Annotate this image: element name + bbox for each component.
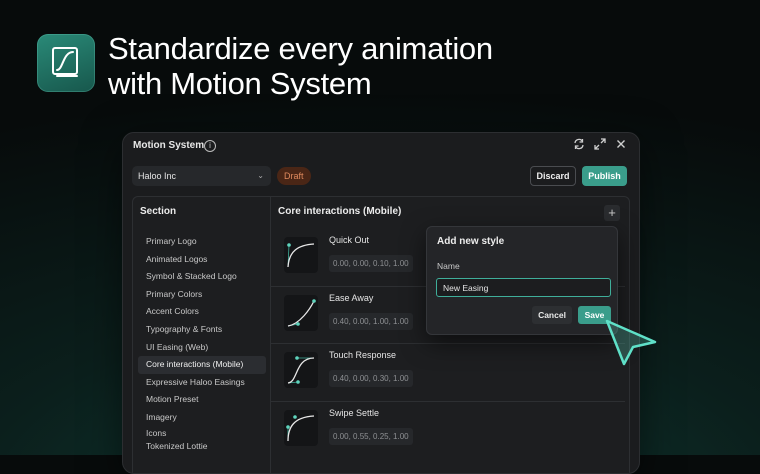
hero-headline-line1: Standardize every animation [108, 31, 493, 66]
sidebar-item-symbol-stacked-logo[interactable]: Symbol & Stacked Logo [138, 268, 266, 286]
sidebar-item-core-interactions-mobile[interactable]: Core interactions (Mobile) [138, 356, 266, 374]
cancel-button[interactable]: Cancel [532, 306, 572, 324]
easing-name: Quick Out [329, 235, 370, 245]
easing-card[interactable]: Touch Response 0.40, 0.00, 0.30, 1.00 [271, 344, 625, 402]
popover-title: Add new style [437, 236, 505, 247]
info-icon[interactable]: i [204, 140, 216, 152]
easing-name: Swipe Settle [329, 407, 380, 418]
easing-name: Ease Away [329, 292, 374, 303]
easing-curve-preview [284, 352, 318, 388]
publish-button[interactable]: Publish [582, 166, 627, 186]
sidebar-item-motion-preset[interactable]: Motion Preset [138, 391, 266, 409]
sidebar-item-icons[interactable]: Icons [138, 427, 266, 440]
chevron-down-icon: ⌄ [257, 171, 264, 180]
app-logo-icon [37, 34, 95, 92]
section-list: Primary Logo Animated Logos Symbol & Sta… [138, 233, 266, 453]
easing-values: 0.40, 0.00, 1.00, 1.00 [329, 312, 413, 330]
easing-curve-preview [284, 237, 318, 273]
add-style-button[interactable]: + [604, 205, 620, 221]
close-icon[interactable] [614, 137, 628, 151]
hero-headline-line2: with Motion System [108, 66, 372, 101]
style-name-input[interactable] [436, 278, 611, 297]
easing-values: 0.00, 0.55, 0.25, 1.00 [329, 427, 413, 445]
easing-name: Touch Response [329, 350, 397, 360]
sidebar-item-imagery[interactable]: Imagery [138, 409, 266, 427]
easing-values: 0.00, 0.00, 0.10, 1.00 [329, 255, 413, 272]
name-label: Name [437, 261, 460, 271]
section-heading: Core interactions (Mobile) [278, 206, 402, 217]
section-sidebar: Section Primary Logo Animated Logos Symb… [133, 197, 271, 473]
sidebar-heading: Section [140, 206, 177, 217]
easing-card[interactable]: Swipe Settle 0.00, 0.55, 0.25, 1.00 [271, 402, 625, 459]
add-style-popover: Add new style Name Cancel Save [426, 226, 618, 335]
easing-curve-preview [284, 294, 318, 331]
sidebar-item-primary-logo[interactable]: Primary Logo [138, 233, 266, 251]
easing-values: 0.40, 0.00, 0.30, 1.00 [329, 370, 413, 387]
organization-select[interactable]: Haloo Inc ⌄ [132, 166, 271, 186]
sidebar-item-accent-colors[interactable]: Accent Colors [138, 303, 266, 321]
sidebar-item-primary-colors[interactable]: Primary Colors [138, 286, 266, 304]
sidebar-item-tokenized-lottie[interactable]: Tokenized Lottie [138, 440, 266, 453]
sidebar-item-typography-fonts[interactable]: Typography & Fonts [138, 321, 266, 339]
window-title: Motion System [133, 140, 205, 151]
sidebar-item-ui-easing-web[interactable]: UI Easing (Web) [138, 339, 266, 357]
expand-icon[interactable] [593, 137, 607, 151]
discard-button[interactable]: Discard [530, 166, 576, 186]
hero-headline: Standardize every animation with Motion … [108, 31, 628, 101]
cursor-pointer-icon [603, 318, 661, 373]
organization-select-value: Haloo Inc [138, 171, 177, 181]
sidebar-item-expressive-haloo-easings[interactable]: Expressive Haloo Easings [138, 374, 266, 392]
status-badge: Draft [277, 167, 311, 185]
sidebar-item-animated-logos[interactable]: Animated Logos [138, 251, 266, 269]
easing-curve-preview [284, 409, 318, 446]
refresh-icon[interactable] [572, 137, 586, 151]
